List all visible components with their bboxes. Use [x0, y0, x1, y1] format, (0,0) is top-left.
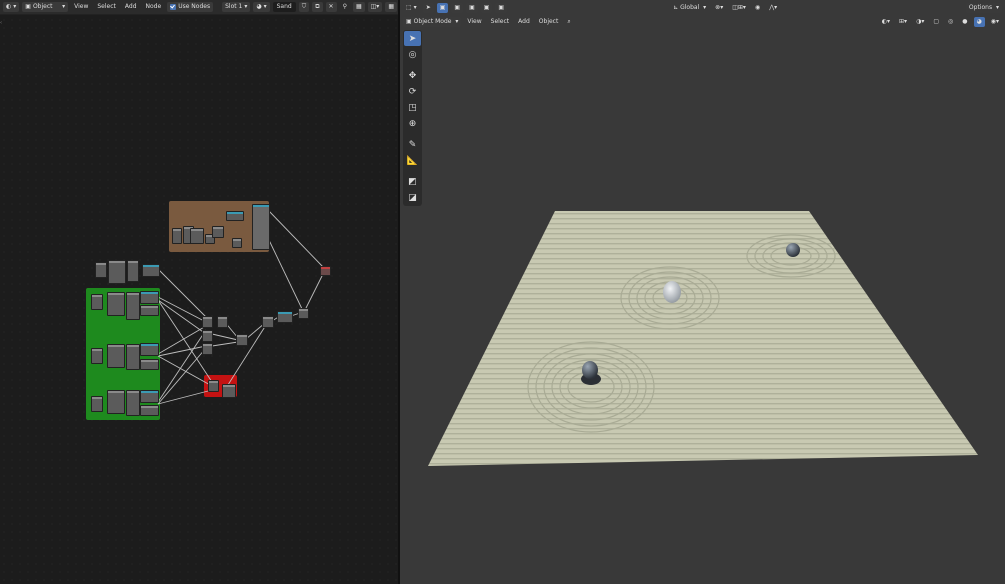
node[interactable] — [140, 343, 159, 356]
node[interactable] — [236, 334, 248, 346]
node[interactable] — [107, 292, 125, 316]
node[interactable] — [217, 316, 228, 328]
node[interactable] — [252, 204, 270, 250]
node-links — [156, 209, 325, 405]
node[interactable] — [208, 380, 219, 392]
node[interactable] — [190, 228, 204, 244]
node[interactable] — [172, 228, 182, 244]
node[interactable] — [277, 311, 293, 323]
sidebar-toggle-icon[interactable]: ‹ — [0, 20, 3, 26]
sand-plane[interactable] — [428, 211, 978, 466]
node[interactable] — [226, 211, 244, 221]
node[interactable] — [202, 330, 213, 342]
node[interactable] — [202, 316, 213, 328]
node[interactable] — [126, 390, 140, 416]
node[interactable] — [91, 396, 103, 412]
node[interactable] — [202, 343, 213, 355]
node[interactable] — [108, 260, 126, 284]
node[interactable] — [126, 292, 140, 320]
node[interactable] — [140, 291, 159, 304]
node[interactable] — [298, 308, 309, 319]
scene-render[interactable] — [400, 0, 1005, 584]
node[interactable] — [140, 305, 159, 316]
node[interactable] — [142, 264, 160, 277]
node[interactable] — [232, 238, 242, 248]
node[interactable] — [91, 294, 103, 310]
node[interactable] — [140, 405, 159, 416]
node[interactable] — [212, 226, 224, 238]
3d-viewport-panel[interactable]: ⬚ ▾ ➤ ▣ ▣ ▣ ▣ ▣ ⊾ Global ▾ ⊗▾ ◫⊞▾ ◉ ⋀▾ Opt… — [400, 0, 1005, 584]
node[interactable] — [262, 316, 274, 328]
node-editor-panel[interactable]: ◐ ▾ ▣ Object ▾ View Select Add Node Use No… — [0, 0, 398, 584]
node[interactable] — [107, 390, 125, 414]
node[interactable] — [91, 348, 103, 364]
node[interactable] — [127, 260, 139, 282]
node[interactable] — [140, 390, 159, 403]
node[interactable] — [140, 359, 159, 370]
node[interactable] — [126, 344, 140, 370]
node[interactable] — [107, 344, 125, 368]
node[interactable] — [222, 384, 236, 398]
node[interactable] — [320, 266, 331, 276]
node[interactable] — [95, 262, 107, 278]
